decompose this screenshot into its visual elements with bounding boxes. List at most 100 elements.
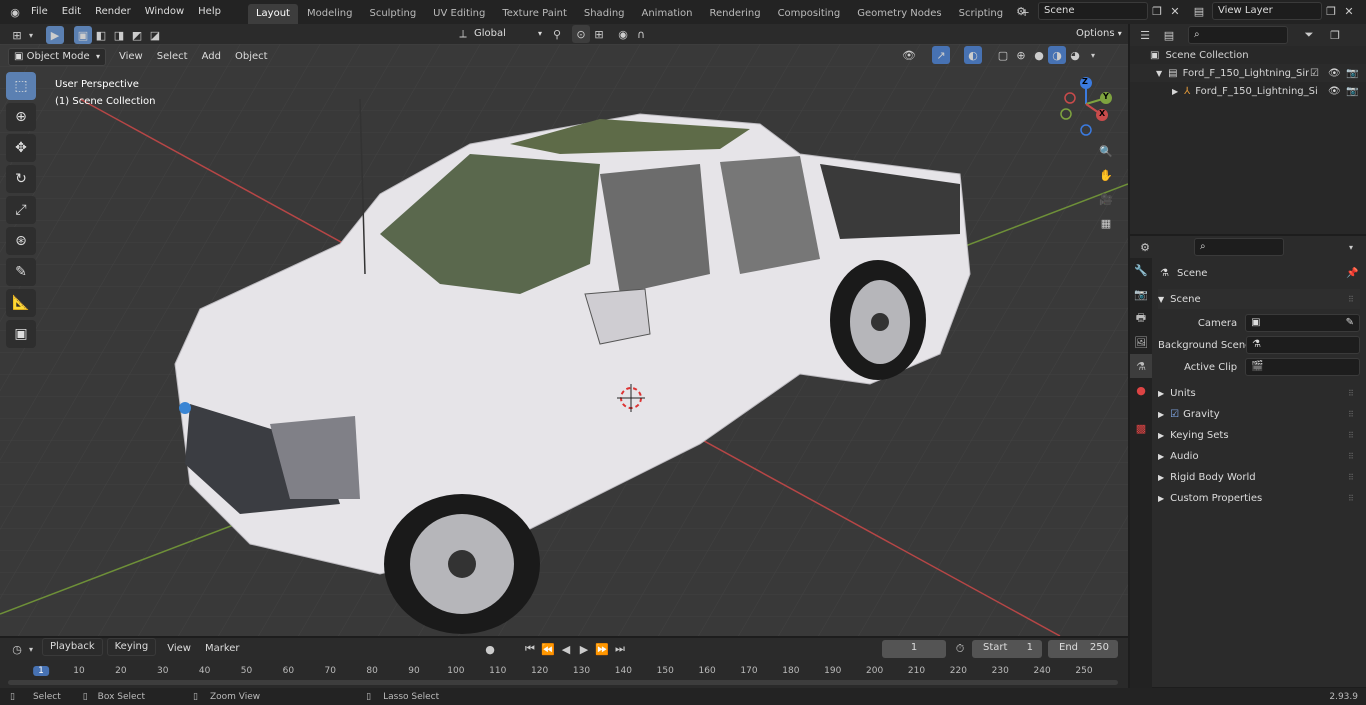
cursor-tool-icon[interactable]: ⊕ <box>6 103 36 131</box>
rotate-tool-icon[interactable]: ↻ <box>6 165 36 193</box>
tab-layout[interactable]: Layout <box>247 4 298 24</box>
zoom-icon[interactable]: 🔍 <box>1097 142 1115 160</box>
transform-tool-icon[interactable]: ⊛ <box>6 227 36 255</box>
pin-icon[interactable]: 📌 <box>1346 268 1358 279</box>
tab-rendering[interactable]: Rendering <box>701 4 768 24</box>
prev-keyframe-icon[interactable]: ⏪ <box>539 640 557 658</box>
next-keyframe-icon[interactable]: ⏩ <box>593 640 611 658</box>
select-mode-subtract-icon[interactable]: ◨ <box>110 26 128 44</box>
properties-editor-icon[interactable]: ⚙ <box>1136 238 1154 256</box>
outliner-row-object[interactable]: ▶ ⅄ Ford_F_150_Lightning_Si 👁 📷 <box>1130 82 1366 100</box>
material-shading-icon[interactable]: ◑ <box>1048 46 1066 64</box>
new-collection-icon[interactable]: ❐ <box>1326 26 1344 44</box>
texture-tab-icon[interactable]: ▩ <box>1130 416 1152 440</box>
background-scene-field[interactable]: ⚗ <box>1246 336 1360 354</box>
scene-tab-icon[interactable]: ⚗ <box>1130 354 1152 378</box>
record-icon[interactable]: ● <box>481 640 499 658</box>
outliner-editor-icon[interactable]: ☰ <box>1136 26 1154 44</box>
tab-texture-paint[interactable]: Texture Paint <box>494 4 575 24</box>
tab-compositing[interactable]: Compositing <box>770 4 849 24</box>
menu-help[interactable]: Help <box>191 1 228 23</box>
annotate-tool-icon[interactable]: ✎ <box>6 258 36 286</box>
camera-view-icon[interactable]: 🎥 <box>1097 190 1115 208</box>
viewport-menu-object[interactable]: Object <box>228 46 275 68</box>
scene-field[interactable]: Scene <box>1038 2 1148 20</box>
measure-tool-icon[interactable]: 📐 <box>6 289 36 317</box>
3d-viewport[interactable]: User Perspective (1) Scene Collection Z … <box>0 44 1128 636</box>
timeline-menu-view[interactable]: View <box>160 638 198 660</box>
tool-tab-icon[interactable]: 🔧 <box>1130 258 1152 282</box>
timeline-menu-playback[interactable]: Playback <box>42 638 103 656</box>
camera-icon[interactable]: 📷 <box>1346 68 1358 79</box>
tab-shading[interactable]: Shading <box>576 4 633 24</box>
section-units[interactable]: ▶ Units ⠿ <box>1158 383 1360 403</box>
chevron-down-icon[interactable]: ▾ <box>26 640 36 658</box>
tab-animation[interactable]: Animation <box>634 4 701 24</box>
pan-hand-icon[interactable]: ✋ <box>1097 166 1115 184</box>
new-scene-icon[interactable]: ❐ <box>1148 2 1166 20</box>
tool-select-icon[interactable]: ▶ <box>46 26 64 44</box>
view-layer-icon[interactable]: ▤ <box>1190 2 1208 20</box>
drag-handle-icon[interactable]: ⠿ <box>1348 389 1354 398</box>
visibility-icon[interactable]: 👁 <box>900 46 918 64</box>
viewport-menu-view[interactable]: View <box>112 46 150 68</box>
select-mode-extend-icon[interactable]: ◧ <box>92 26 110 44</box>
options-button[interactable]: Options ▾ <box>1070 25 1128 43</box>
drag-handle-icon[interactable]: ⠿ <box>1348 473 1354 482</box>
view-layer-field[interactable]: View Layer <box>1212 2 1322 20</box>
tab-sculpting[interactable]: Sculpting <box>361 4 424 24</box>
add-cube-tool-icon[interactable]: ▣ <box>6 320 36 348</box>
new-view-layer-icon[interactable]: ❐ <box>1322 2 1340 20</box>
menu-file[interactable]: File <box>24 1 55 23</box>
outliner-row-scene-collection[interactable]: ▣ Scene Collection <box>1130 46 1366 64</box>
start-frame-field[interactable]: Start 1 <box>972 640 1042 658</box>
active-clip-field[interactable]: 🎬 <box>1245 358 1360 376</box>
snap-target-icon[interactable]: ⊞ <box>590 25 608 43</box>
select-mode-new-icon[interactable]: ▣ <box>74 26 92 44</box>
viewport-menu-add[interactable]: Add <box>195 46 228 68</box>
tab-scripting[interactable]: Scripting <box>951 4 1011 24</box>
pivot-point-icon[interactable]: ⚲ <box>548 25 566 43</box>
transform-orientation-dropdown[interactable]: Global ▾ <box>472 25 542 43</box>
play-icon[interactable]: ▶ <box>575 640 593 658</box>
tab-modeling[interactable]: Modeling <box>299 4 361 24</box>
outliner-search-input[interactable]: ⌕ <box>1188 26 1288 44</box>
drag-handle-icon[interactable]: ⠿ <box>1348 494 1354 503</box>
delete-view-layer-icon[interactable]: ✕ <box>1340 2 1358 20</box>
gravity-checkbox[interactable]: ☑ <box>1170 409 1179 420</box>
blender-logo-icon[interactable]: ◉ <box>6 3 24 21</box>
section-gravity[interactable]: ▶ ☑ Gravity ⠿ <box>1158 404 1360 424</box>
xray-icon[interactable]: ▢ <box>994 46 1012 64</box>
eye-icon[interactable]: 👁 <box>1328 86 1341 97</box>
timeline-editor-icon[interactable]: ◷ <box>8 640 26 658</box>
timeline-menu-marker[interactable]: Marker <box>198 638 247 660</box>
end-frame-field[interactable]: End 250 <box>1048 640 1118 658</box>
camera-icon[interactable]: 📷 <box>1346 86 1358 97</box>
world-tab-icon[interactable]: ● <box>1130 378 1152 402</box>
current-frame-field[interactable]: 1 <box>882 640 946 658</box>
scale-tool-icon[interactable]: ⤢ <box>6 196 36 224</box>
perspective-toggle-icon[interactable]: ▦ <box>1097 214 1115 232</box>
menu-render[interactable]: Render <box>88 1 138 23</box>
tab-uv-editing[interactable]: UV Editing <box>425 4 493 24</box>
select-mode-invert-icon[interactable]: ◩ <box>128 26 146 44</box>
render-tab-icon[interactable]: 📷 <box>1130 282 1152 306</box>
wireframe-shading-icon[interactable]: ⊕ <box>1012 46 1030 64</box>
drag-handle-icon[interactable]: ⠿ <box>1348 452 1354 461</box>
section-custom-properties[interactable]: ▶ Custom Properties ⠿ <box>1158 488 1360 508</box>
navigation-gizmo[interactable]: Z Y X <box>1058 74 1114 136</box>
outliner-row-collection[interactable]: ▼ ▤ Ford_F_150_Lightning_Simple ☑ 👁 📷 <box>1130 64 1366 82</box>
output-tab-icon[interactable]: 🖶 <box>1130 306 1152 330</box>
move-tool-icon[interactable]: ✥ <box>6 134 36 162</box>
overlay-toggle-icon[interactable]: ◐ <box>964 46 982 64</box>
menu-window[interactable]: Window <box>138 1 191 23</box>
timeline-menu-keying[interactable]: Keying <box>106 638 157 656</box>
section-audio[interactable]: ▶ Audio ⠿ <box>1158 446 1360 466</box>
jump-start-icon[interactable]: ⏮ <box>521 640 539 658</box>
menu-edit[interactable]: Edit <box>55 1 88 23</box>
checkbox-icon[interactable]: ☑ <box>1310 68 1319 79</box>
select-tool-icon[interactable]: ⬚ <box>6 72 36 100</box>
section-rigid-body-world[interactable]: ▶ Rigid Body World ⠿ <box>1158 467 1360 487</box>
drag-handle-icon[interactable]: ⠿ <box>1348 410 1354 419</box>
view-layer-tab-icon[interactable]: 🖼 <box>1130 330 1152 354</box>
